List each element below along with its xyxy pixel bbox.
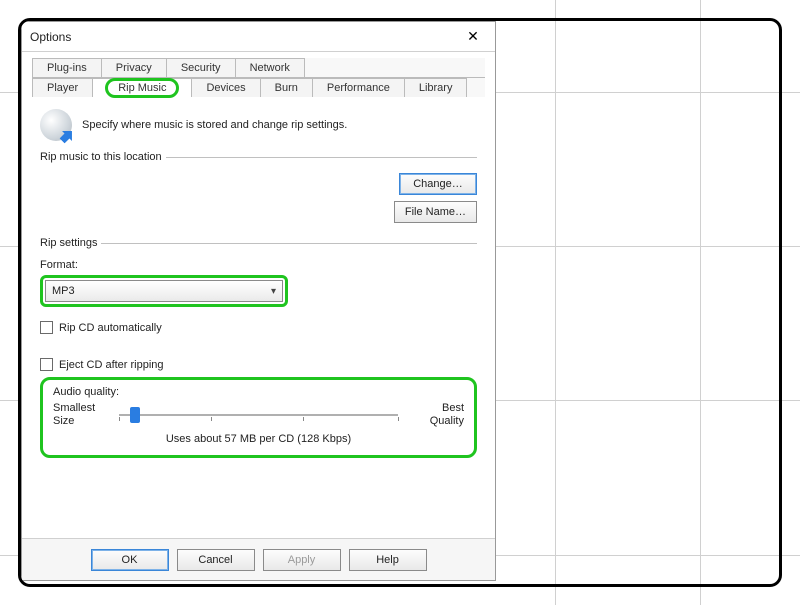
dialog-footer: OK Cancel Apply Help — [22, 538, 495, 580]
tab-burn[interactable]: Burn — [260, 78, 313, 97]
audio-quality-slider-row: Smallest Size Best Quality — [53, 402, 464, 427]
rip-location-group: Rip music to this location Change… File … — [40, 151, 477, 227]
format-value: MP3 — [52, 285, 75, 297]
tab-row-top: Plug-ins Privacy Security Network — [32, 58, 485, 78]
tab-player[interactable]: Player — [32, 78, 93, 97]
cancel-button[interactable]: Cancel — [177, 549, 255, 571]
change-button[interactable]: Change… — [399, 173, 477, 195]
tab-devices[interactable]: Devices — [191, 78, 260, 97]
apply-button[interactable]: Apply — [263, 549, 341, 571]
dialog-body: Specify where music is stored and change… — [22, 97, 495, 539]
rip-settings-group: Rip settings Format: MP3 ▾ Rip CD automa… — [40, 237, 477, 462]
eject-after-checkbox[interactable] — [40, 358, 53, 371]
tab-library[interactable]: Library — [404, 78, 468, 97]
rip-location-legend: Rip music to this location — [40, 151, 166, 163]
tab-performance[interactable]: Performance — [312, 78, 405, 97]
screenshot-frame: Options ✕ Plug-ins Privacy Security Netw… — [18, 18, 782, 587]
file-name-button[interactable]: File Name… — [394, 201, 477, 223]
rip-auto-checkbox[interactable] — [40, 321, 53, 334]
audio-quality-legend: Audio quality: — [53, 386, 464, 398]
ok-button[interactable]: OK — [91, 549, 169, 571]
close-icon: ✕ — [467, 28, 479, 45]
options-dialog: Options ✕ Plug-ins Privacy Security Netw… — [21, 21, 496, 581]
rip-settings-legend: Rip settings — [40, 237, 101, 249]
close-button[interactable]: ✕ — [459, 26, 487, 48]
chevron-down-icon: ▾ — [271, 286, 276, 297]
tab-network[interactable]: Network — [235, 58, 305, 77]
tab-privacy[interactable]: Privacy — [101, 58, 167, 77]
audio-quality-slider[interactable] — [119, 405, 398, 425]
description-row: Specify where music is stored and change… — [40, 109, 477, 141]
slider-thumb[interactable] — [130, 407, 140, 423]
rip-music-icon — [40, 109, 72, 141]
tab-security[interactable]: Security — [166, 58, 236, 77]
description-text: Specify where music is stored and change… — [82, 119, 347, 131]
tab-plugins[interactable]: Plug-ins — [32, 58, 102, 77]
help-button[interactable]: Help — [349, 549, 427, 571]
highlight-rip-music-tab: Rip Music — [105, 78, 179, 98]
rip-auto-label: Rip CD automatically — [59, 322, 162, 334]
slider-max-label: Best Quality — [408, 402, 464, 427]
eject-after-label: Eject CD after ripping — [59, 359, 164, 371]
audio-quality-desc: Uses about 57 MB per CD (128 Kbps) — [53, 433, 464, 445]
slider-track-line — [119, 414, 398, 416]
format-label: Format: — [40, 259, 477, 271]
titlebar: Options ✕ — [22, 22, 495, 52]
highlight-format-combo: MP3 ▾ — [40, 275, 288, 307]
tab-rip-music[interactable]: Rip Music — [92, 78, 192, 97]
dialog-title: Options — [30, 30, 71, 44]
rip-auto-row: Rip CD automatically — [40, 321, 477, 334]
highlight-audio-quality: Audio quality: Smallest Size Best Qualit… — [40, 377, 477, 458]
format-combobox[interactable]: MP3 ▾ — [45, 280, 283, 302]
slider-min-label: Smallest Size — [53, 402, 109, 427]
eject-after-row: Eject CD after ripping — [40, 358, 477, 371]
tab-row-bottom: Player Rip Music Devices Burn Performanc… — [32, 78, 485, 97]
